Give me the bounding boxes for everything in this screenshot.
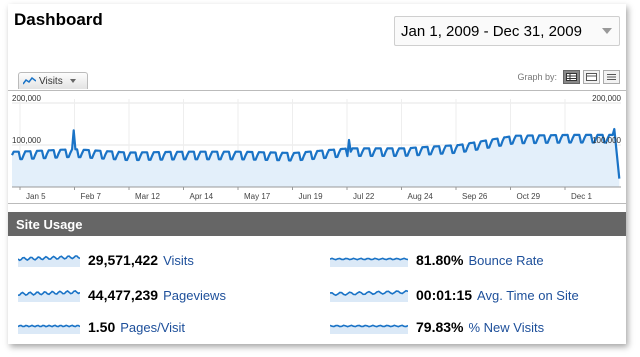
x-tick-label: Jul 22 xyxy=(353,192,375,201)
metric-avg-time-on-site: 00:01:15 Avg. Time on Site xyxy=(330,285,579,305)
x-tick-label: Mar 12 xyxy=(135,192,160,201)
graph-metric-label: Visits xyxy=(39,75,63,87)
dashboard-panel: Dashboard Jan 1, 2009 - Dec 31, 2009 Vis… xyxy=(8,4,626,344)
x-tick-label: Oct 29 xyxy=(517,192,541,201)
visits-sparkline xyxy=(18,255,80,267)
metric-value: 00:01:15 xyxy=(416,287,473,303)
page-title: Dashboard xyxy=(14,10,103,29)
graph-by-month-button[interactable] xyxy=(603,70,620,84)
x-tick-label: Apr 14 xyxy=(190,192,214,201)
y-tick-label: 100,000 xyxy=(592,136,621,145)
x-tick-label: Aug 24 xyxy=(408,192,434,201)
metric-value: 81.80% xyxy=(416,252,464,268)
grid-icon xyxy=(566,73,577,81)
x-tick-label: May 17 xyxy=(244,192,271,201)
y-tick-label: 200,000 xyxy=(12,94,41,103)
metric-pages-per-visit: 1.50 Pages/Visit xyxy=(18,317,185,337)
metric-pageviews: 44,477,239 Pageviews xyxy=(18,285,226,305)
metric-value: 79.83% xyxy=(416,319,464,335)
graph-by-label: Graph by: xyxy=(517,72,557,82)
date-range-text: Jan 1, 2009 - Dec 31, 2009 xyxy=(401,22,582,40)
new-visits-sparkline xyxy=(330,324,408,334)
x-tick-label: Jan 5 xyxy=(26,192,46,201)
sparkline-line xyxy=(330,324,408,328)
chevron-down-icon xyxy=(69,79,76,83)
y-tick-label: 100,000 xyxy=(12,136,41,145)
metric-link-visits[interactable]: Visits xyxy=(163,253,194,268)
metric-link-new-visits[interactable]: % New Visits xyxy=(468,320,544,335)
line-chart-icon xyxy=(23,77,36,85)
metric-value: 1.50 xyxy=(88,319,116,335)
graph-metric-dropdown[interactable]: Visits xyxy=(18,72,88,89)
metric-bounce-rate: 81.80% Bounce Rate xyxy=(330,250,544,270)
pages-per-visit-sparkline xyxy=(18,324,80,334)
site-usage-header: Site Usage xyxy=(8,212,626,236)
y-tick-label: 200,000 xyxy=(592,94,621,103)
chevron-down-icon xyxy=(602,28,612,34)
metric-visits: 29,571,422 Visits xyxy=(18,250,194,270)
list-icon xyxy=(607,74,616,80)
metric-link-bounce-rate[interactable]: Bounce Rate xyxy=(468,253,543,268)
x-tick-label: Dec 1 xyxy=(571,192,592,201)
metric-link-pages-per-visit[interactable]: Pages/Visit xyxy=(120,320,185,335)
metric-link-avg-time-on-site[interactable]: Avg. Time on Site xyxy=(477,288,579,303)
pageviews-sparkline xyxy=(18,290,80,302)
graph-by-week-button[interactable] xyxy=(583,70,600,84)
visits-chart: 200,000 100,000 200,000 100,000 Jan 5 Feb 7 Ma… xyxy=(8,90,626,204)
metric-value: 29,571,422 xyxy=(88,252,159,268)
visits-chart-svg: 200,000 100,000 200,000 100,000 Jan 5 Feb 7 Ma… xyxy=(11,94,622,201)
metric-value: 44,477,239 xyxy=(88,287,159,303)
metric-link-pageviews[interactable]: Pageviews xyxy=(163,288,226,303)
week-icon xyxy=(586,73,597,81)
date-range-selector[interactable]: Jan 1, 2009 - Dec 31, 2009 xyxy=(394,16,620,46)
bounce-rate-sparkline xyxy=(330,257,408,267)
x-tick-label: Feb 7 xyxy=(81,192,102,201)
graph-by-controls: Graph by: xyxy=(517,70,620,84)
x-tick-label: Jun 19 xyxy=(299,192,324,201)
graph-by-day-button[interactable] xyxy=(563,70,580,84)
x-tick-label: Sep 26 xyxy=(462,192,488,201)
avg-time-sparkline xyxy=(330,289,408,302)
metric-new-visits: 79.83% % New Visits xyxy=(330,317,544,337)
